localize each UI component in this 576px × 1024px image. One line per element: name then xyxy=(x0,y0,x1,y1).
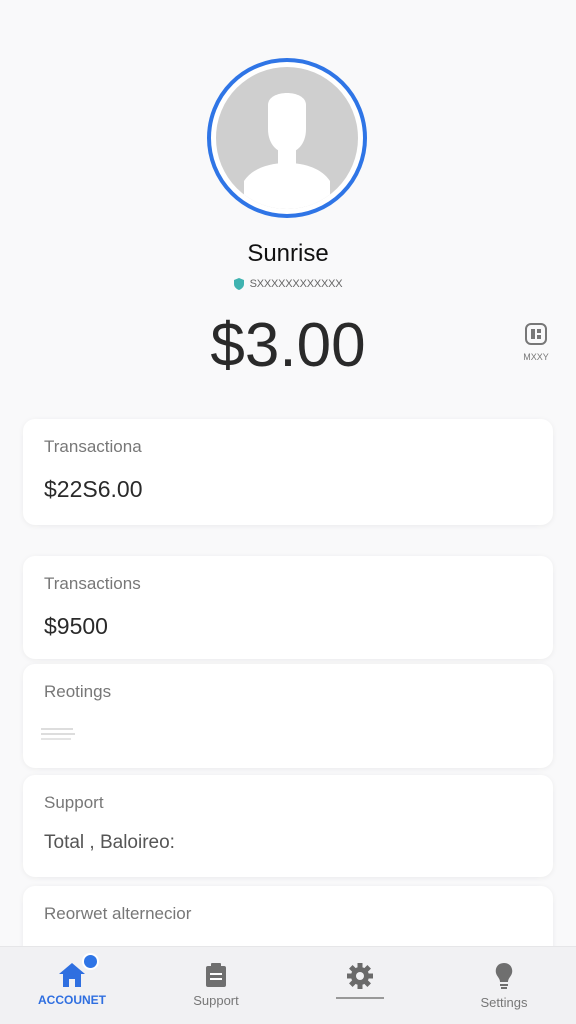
nav-label: Settings xyxy=(480,995,528,1010)
card-title: Support xyxy=(44,793,104,812)
profile-subline-text: SXXXXXXXXXXXX xyxy=(249,278,343,290)
transactions-card[interactable]: Transactiona $22S6.00 xyxy=(23,419,553,525)
card-title: Reorwet alternecior xyxy=(44,904,192,923)
card-title: Reotings xyxy=(44,682,112,701)
nav-indicator xyxy=(336,997,384,999)
nav-label: ACCOUNET xyxy=(38,993,106,1007)
card-value: $9500 xyxy=(44,613,108,639)
lightbulb-icon xyxy=(495,963,513,989)
nav-account[interactable]: ACCOUNET xyxy=(0,947,144,1024)
placeholder-lines xyxy=(41,728,75,740)
bottom-nav: ACCOUNET Support Settings xyxy=(0,946,576,1024)
profile-username: Sunrise xyxy=(247,240,329,267)
support-card[interactable]: Support Total , Baloireo: xyxy=(23,775,553,877)
ratings-card[interactable]: Reotings xyxy=(23,664,553,768)
verified-badge-icon xyxy=(233,278,244,290)
card-title: Transactions xyxy=(44,574,141,593)
nav-label: Support xyxy=(193,993,239,1008)
transactions-card-secondary[interactable]: Transactions $9500 xyxy=(23,556,553,659)
avatar-placeholder-icon xyxy=(216,67,358,209)
profile-subline: SXXXXXXXXXXXX xyxy=(0,278,576,290)
profile-avatar[interactable] xyxy=(207,58,367,218)
balance-amount: $3.00 xyxy=(210,311,366,380)
card-value: $22S6.00 xyxy=(44,476,143,502)
nav-settings[interactable]: Settings xyxy=(432,947,576,1024)
nav-settings-gear[interactable] xyxy=(288,947,432,1024)
notification-badge xyxy=(82,953,99,970)
screen-icon xyxy=(525,323,547,345)
card-title: Transactiona xyxy=(44,437,142,456)
gear-icon xyxy=(347,963,373,989)
clipboard-icon xyxy=(206,963,226,987)
side-action-button[interactable]: MXXY xyxy=(518,322,554,362)
nav-support[interactable]: Support xyxy=(144,947,288,1024)
side-action-label: MXXY xyxy=(523,352,549,362)
card-value: Total , Baloireo: xyxy=(44,832,175,853)
